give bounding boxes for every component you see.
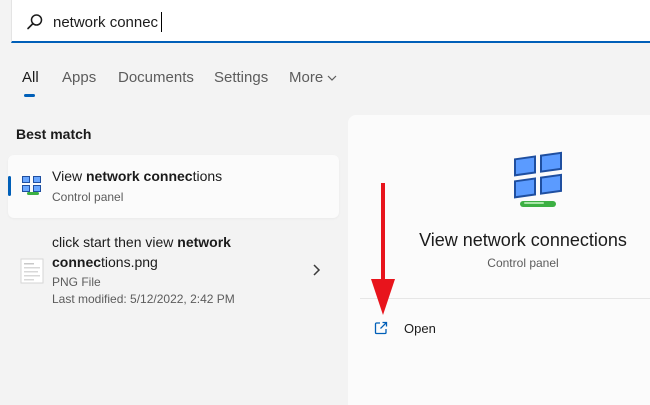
open-button[interactable]: Open <box>374 316 574 340</box>
text-caret <box>161 12 162 32</box>
title-text: tions.png <box>101 254 158 270</box>
title-text: tions <box>192 168 223 184</box>
selection-indicator <box>8 176 11 196</box>
title-text: click start then view <box>52 234 178 250</box>
search-icon <box>27 14 43 30</box>
open-external-icon <box>374 321 388 335</box>
title-highlight: connec <box>52 254 102 270</box>
result-title-line1: click start then view network <box>52 234 231 250</box>
result-subtitle: Control panel <box>52 190 124 204</box>
result-title: View network connections <box>52 168 222 184</box>
title-highlight: network <box>177 234 231 250</box>
tab-more-label: More <box>289 69 324 86</box>
search-input[interactable] <box>53 11 573 33</box>
tab-active-indicator <box>24 94 35 97</box>
result-title-line2: connections.png <box>52 254 158 270</box>
open-label: Open <box>404 321 436 336</box>
divider <box>360 298 650 299</box>
result-last-modified: Last modified: 5/12/2022, 2:42 PM <box>52 292 235 306</box>
tab-settings[interactable]: Settings <box>214 69 268 86</box>
tab-documents[interactable]: Documents <box>118 69 194 86</box>
title-text: View <box>52 168 86 184</box>
image-file-icon <box>20 258 44 284</box>
section-title-best-match: Best match <box>16 126 92 142</box>
result-png-file[interactable]: click start then view network connection… <box>8 228 339 310</box>
network-connections-icon <box>514 151 562 207</box>
network-connections-icon <box>22 176 41 195</box>
filter-tabs: All Apps Documents Settings More <box>0 63 650 103</box>
annotation-arrow-down <box>371 183 395 315</box>
tab-more[interactable]: More <box>289 69 337 86</box>
tab-apps[interactable]: Apps <box>62 69 96 86</box>
tab-all[interactable]: All <box>22 69 39 86</box>
chevron-right-icon[interactable] <box>311 264 321 276</box>
search-box[interactable] <box>11 0 650 43</box>
result-file-type: PNG File <box>52 275 101 289</box>
title-highlight: network connec <box>85 168 193 184</box>
chevron-down-icon <box>327 75 337 81</box>
result-view-network-connections[interactable]: View network connections Control panel <box>8 155 339 218</box>
